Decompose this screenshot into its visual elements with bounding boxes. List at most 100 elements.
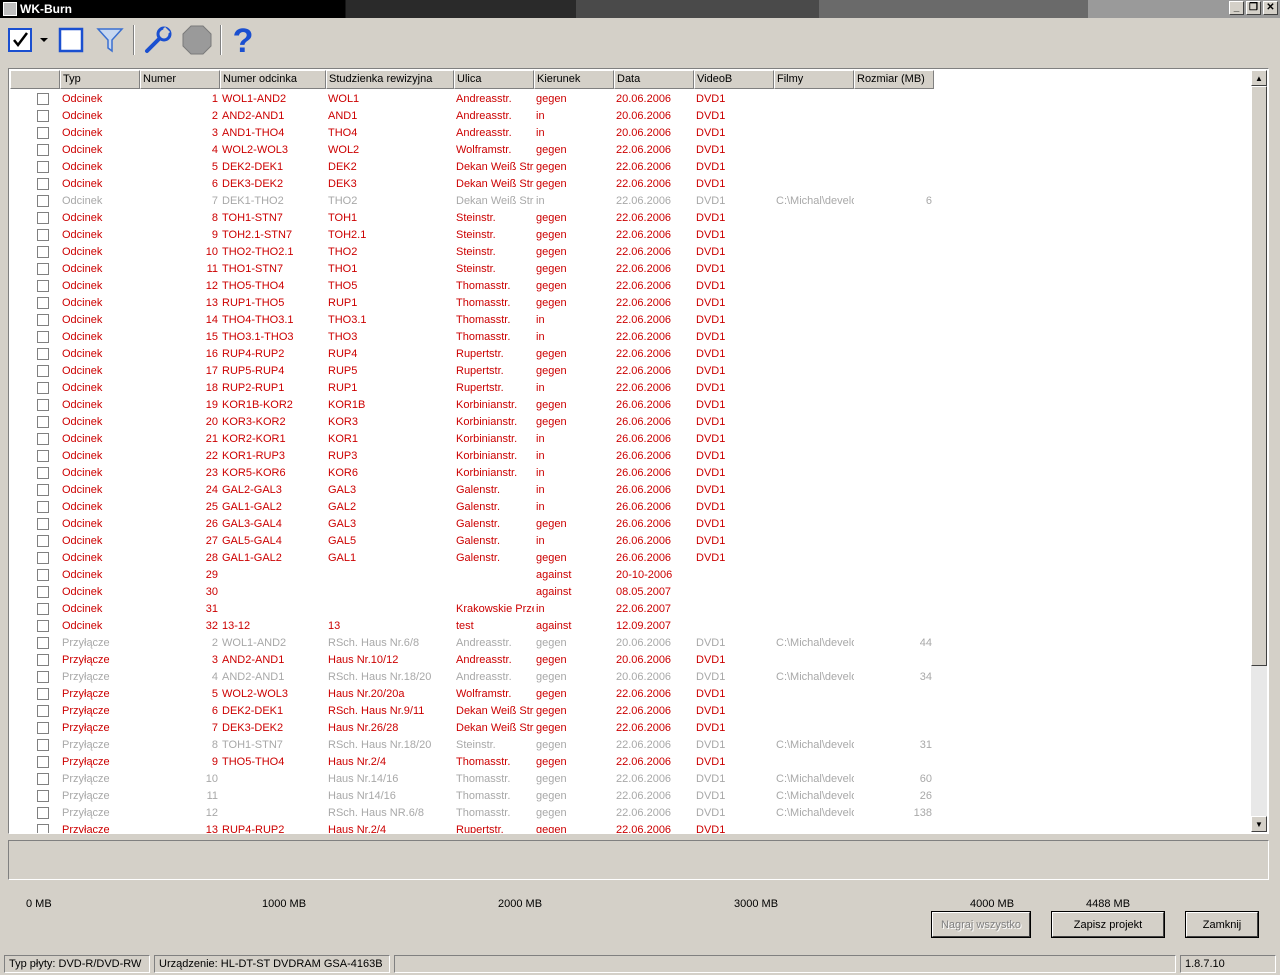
table-row[interactable]: Przyłącze 6 DEK2-DEK1 RSch. Haus Nr.9/11 Dek… [10, 702, 1250, 719]
vertical-scrollbar[interactable]: ▲ ▼ [1251, 70, 1267, 832]
stop-button[interactable] [178, 23, 216, 57]
column-header-filmy[interactable]: Filmy [774, 70, 854, 89]
column-header-data[interactable]: Data [614, 70, 694, 89]
table-row[interactable]: Odcinek 19 KOR1B-KOR2 KOR1B Korbinianstr. geg… [10, 396, 1250, 413]
deselect-all-button[interactable] [54, 23, 88, 57]
column-header-ulica[interactable]: Ulica [454, 70, 534, 89]
filter-button[interactable] [92, 23, 128, 57]
row-checkbox[interactable] [37, 806, 49, 819]
row-checkbox[interactable] [37, 398, 49, 411]
row-checkbox[interactable] [37, 789, 49, 802]
table-row[interactable]: Odcinek 7 DEK1-THO2 THO2 Dekan Weiß Str. in 22… [10, 192, 1250, 209]
table-row[interactable]: Odcinek 3 AND1-THO4 THO4 Andreasstr. in 20.06.… [10, 124, 1250, 141]
table-row[interactable]: Odcinek 14 THO4-THO3.1 THO3.1 Thomasstr. in 22… [10, 311, 1250, 328]
table-row[interactable]: Odcinek 13 RUP1-THO5 RUP1 Thomasstr. gegen 22.… [10, 294, 1250, 311]
table-row[interactable]: Odcinek 15 THO3.1-THO3 THO3 Thomasstr. in 22.0… [10, 328, 1250, 345]
table-row[interactable]: Odcinek 32 13-12 13 test against 12.09.2007 [10, 617, 1250, 634]
select-dropdown-button[interactable] [38, 23, 50, 57]
table-row[interactable]: Odcinek 17 RUP5-RUP4 RUP5 Rupertstr. gegen 22.… [10, 362, 1250, 379]
row-checkbox[interactable] [37, 245, 49, 258]
table-row[interactable]: Odcinek 12 THO5-THO4 THO5 Thomasstr. gegen 22.… [10, 277, 1250, 294]
row-checkbox[interactable] [37, 381, 49, 394]
save-project-button[interactable]: Zapisz projekt [1051, 911, 1165, 938]
row-checkbox[interactable] [37, 160, 49, 173]
scroll-up-button[interactable]: ▲ [1251, 70, 1267, 86]
table-row[interactable]: Przyłącze 9 THO5-THO4 Haus Nr.2/4 Thomasstr.… [10, 753, 1250, 770]
table-row[interactable]: Odcinek 29 against 20-10-2006 [10, 566, 1250, 583]
table-row[interactable]: Przyłącze 10 Haus Nr.14/16 Thomasstr. gegen 2… [10, 770, 1250, 787]
table-row[interactable]: Odcinek 26 GAL3-GAL4 GAL3 Galenstr. gegen 26.0… [10, 515, 1250, 532]
app-icon[interactable] [3, 2, 17, 16]
table-row[interactable]: Odcinek 28 GAL1-GAL2 GAL1 Galenstr. gegen 26.0… [10, 549, 1250, 566]
column-header-numer-odcinka[interactable]: Numer odcinka [220, 70, 326, 89]
table-row[interactable]: Przyłącze 12 RSch. Haus NR.6/8 Thomasstr. ge… [10, 804, 1250, 821]
row-checkbox[interactable] [37, 823, 49, 833]
column-header-videob[interactable]: VideoB [694, 70, 774, 89]
row-checkbox[interactable] [37, 534, 49, 547]
row-checkbox[interactable] [37, 704, 49, 717]
row-checkbox[interactable] [37, 636, 49, 649]
close-window-button[interactable]: ✕ [1263, 1, 1278, 15]
row-checkbox[interactable] [37, 126, 49, 139]
row-checkbox[interactable] [37, 109, 49, 122]
table-row[interactable]: Odcinek 31 Krakowskie Prze in 22.06.2007 [10, 600, 1250, 617]
table-row[interactable]: Przyłącze 5 WOL2-WOL3 Haus Nr.20/20a Wolfram… [10, 685, 1250, 702]
table-row[interactable]: Przyłącze 13 RUP4-RUP2 Haus Nr.2/4 Rupertstr… [10, 821, 1250, 833]
row-checkbox[interactable] [37, 449, 49, 462]
help-button[interactable]: ? [226, 23, 260, 57]
row-checkbox[interactable] [37, 500, 49, 513]
settings-button[interactable] [140, 23, 176, 57]
column-header-kierunek[interactable]: Kierunek [534, 70, 614, 89]
row-checkbox[interactable] [37, 262, 49, 275]
row-checkbox[interactable] [37, 194, 49, 207]
row-checkbox[interactable] [37, 228, 49, 241]
table-row[interactable]: Odcinek 27 GAL5-GAL4 GAL5 Galenstr. in 26.06.2… [10, 532, 1250, 549]
table-row[interactable]: Odcinek 21 KOR2-KOR1 KOR1 Korbinianstr. in 26.… [10, 430, 1250, 447]
row-checkbox[interactable] [37, 738, 49, 751]
close-button[interactable]: Zamknij [1185, 911, 1259, 938]
row-checkbox[interactable] [37, 653, 49, 666]
scroll-thumb[interactable] [1251, 86, 1267, 666]
row-checkbox[interactable] [37, 551, 49, 564]
column-header-numer[interactable]: Numer [140, 70, 220, 89]
row-checkbox[interactable] [37, 432, 49, 445]
table-row[interactable]: Odcinek 24 GAL2-GAL3 GAL3 Galenstr. in 26.06.2… [10, 481, 1250, 498]
column-header-check[interactable] [10, 70, 60, 89]
table-row[interactable]: Odcinek 1 WOL1-AND2 WOL1 Andreasstr. gegen 20.… [10, 90, 1250, 107]
segment-list[interactable]: Typ Numer Numer odcinka Studzienka rewiz… [8, 68, 1269, 834]
table-row[interactable]: Odcinek 20 KOR3-KOR2 KOR3 Korbinianstr. gegen… [10, 413, 1250, 430]
table-row[interactable]: Przyłącze 2 WOL1-AND2 RSch. Haus Nr.6/8 Andr… [10, 634, 1250, 651]
row-checkbox[interactable] [37, 415, 49, 428]
burn-all-button[interactable]: Nagraj wszystko [931, 911, 1031, 938]
table-row[interactable]: Odcinek 2 AND2-AND1 AND1 Andreasstr. in 20.06.… [10, 107, 1250, 124]
column-header-studzienka[interactable]: Studzienka rewizyjna [326, 70, 454, 89]
table-row[interactable]: Odcinek 22 KOR1-RUP3 RUP3 Korbinianstr. in 26.… [10, 447, 1250, 464]
table-row[interactable]: Odcinek 5 DEK2-DEK1 DEK2 Dekan Weiß Str. gege… [10, 158, 1250, 175]
row-checkbox[interactable] [37, 279, 49, 292]
row-checkbox[interactable] [37, 313, 49, 326]
table-row[interactable]: Przyłącze 4 AND2-AND1 RSch. Haus Nr.18/20 An… [10, 668, 1250, 685]
row-checkbox[interactable] [37, 721, 49, 734]
table-row[interactable]: Odcinek 11 THO1-STN7 THO1 Steinstr. gegen 22.0… [10, 260, 1250, 277]
table-row[interactable]: Odcinek 16 RUP4-RUP2 RUP4 Rupertstr. gegen 22.… [10, 345, 1250, 362]
row-checkbox[interactable] [37, 296, 49, 309]
table-row[interactable]: Odcinek 4 WOL2-WOL3 WOL2 Wolframstr. gegen 22.… [10, 141, 1250, 158]
minimize-button[interactable]: _ [1229, 1, 1244, 15]
row-checkbox[interactable] [37, 619, 49, 632]
table-row[interactable]: Przyłącze 7 DEK3-DEK2 Haus Nr.26/28 Dekan We… [10, 719, 1250, 736]
row-checkbox[interactable] [37, 466, 49, 479]
scroll-down-button[interactable]: ▼ [1251, 816, 1267, 832]
restore-button[interactable]: ❐ [1246, 1, 1261, 15]
row-checkbox[interactable] [37, 177, 49, 190]
table-row[interactable]: Odcinek 25 GAL1-GAL2 GAL2 Galenstr. in 26.06.2… [10, 498, 1250, 515]
table-row[interactable]: Przyłącze 3 AND2-AND1 Haus Nr.10/12 Andreass… [10, 651, 1250, 668]
row-checkbox[interactable] [37, 211, 49, 224]
row-checkbox[interactable] [37, 143, 49, 156]
table-row[interactable]: Odcinek 18 RUP2-RUP1 RUP1 Rupertstr. in 22.06.… [10, 379, 1250, 396]
row-checkbox[interactable] [37, 364, 49, 377]
table-row[interactable]: Przyłącze 11 Haus Nr14/16 Thomasstr. gegen 22… [10, 787, 1250, 804]
table-row[interactable]: Odcinek 30 against 08.05.2007 [10, 583, 1250, 600]
row-checkbox[interactable] [37, 755, 49, 768]
table-row[interactable]: Odcinek 9 TOH2.1-STN7 TOH2.1 Steinstr. gegen 2… [10, 226, 1250, 243]
row-checkbox[interactable] [37, 483, 49, 496]
